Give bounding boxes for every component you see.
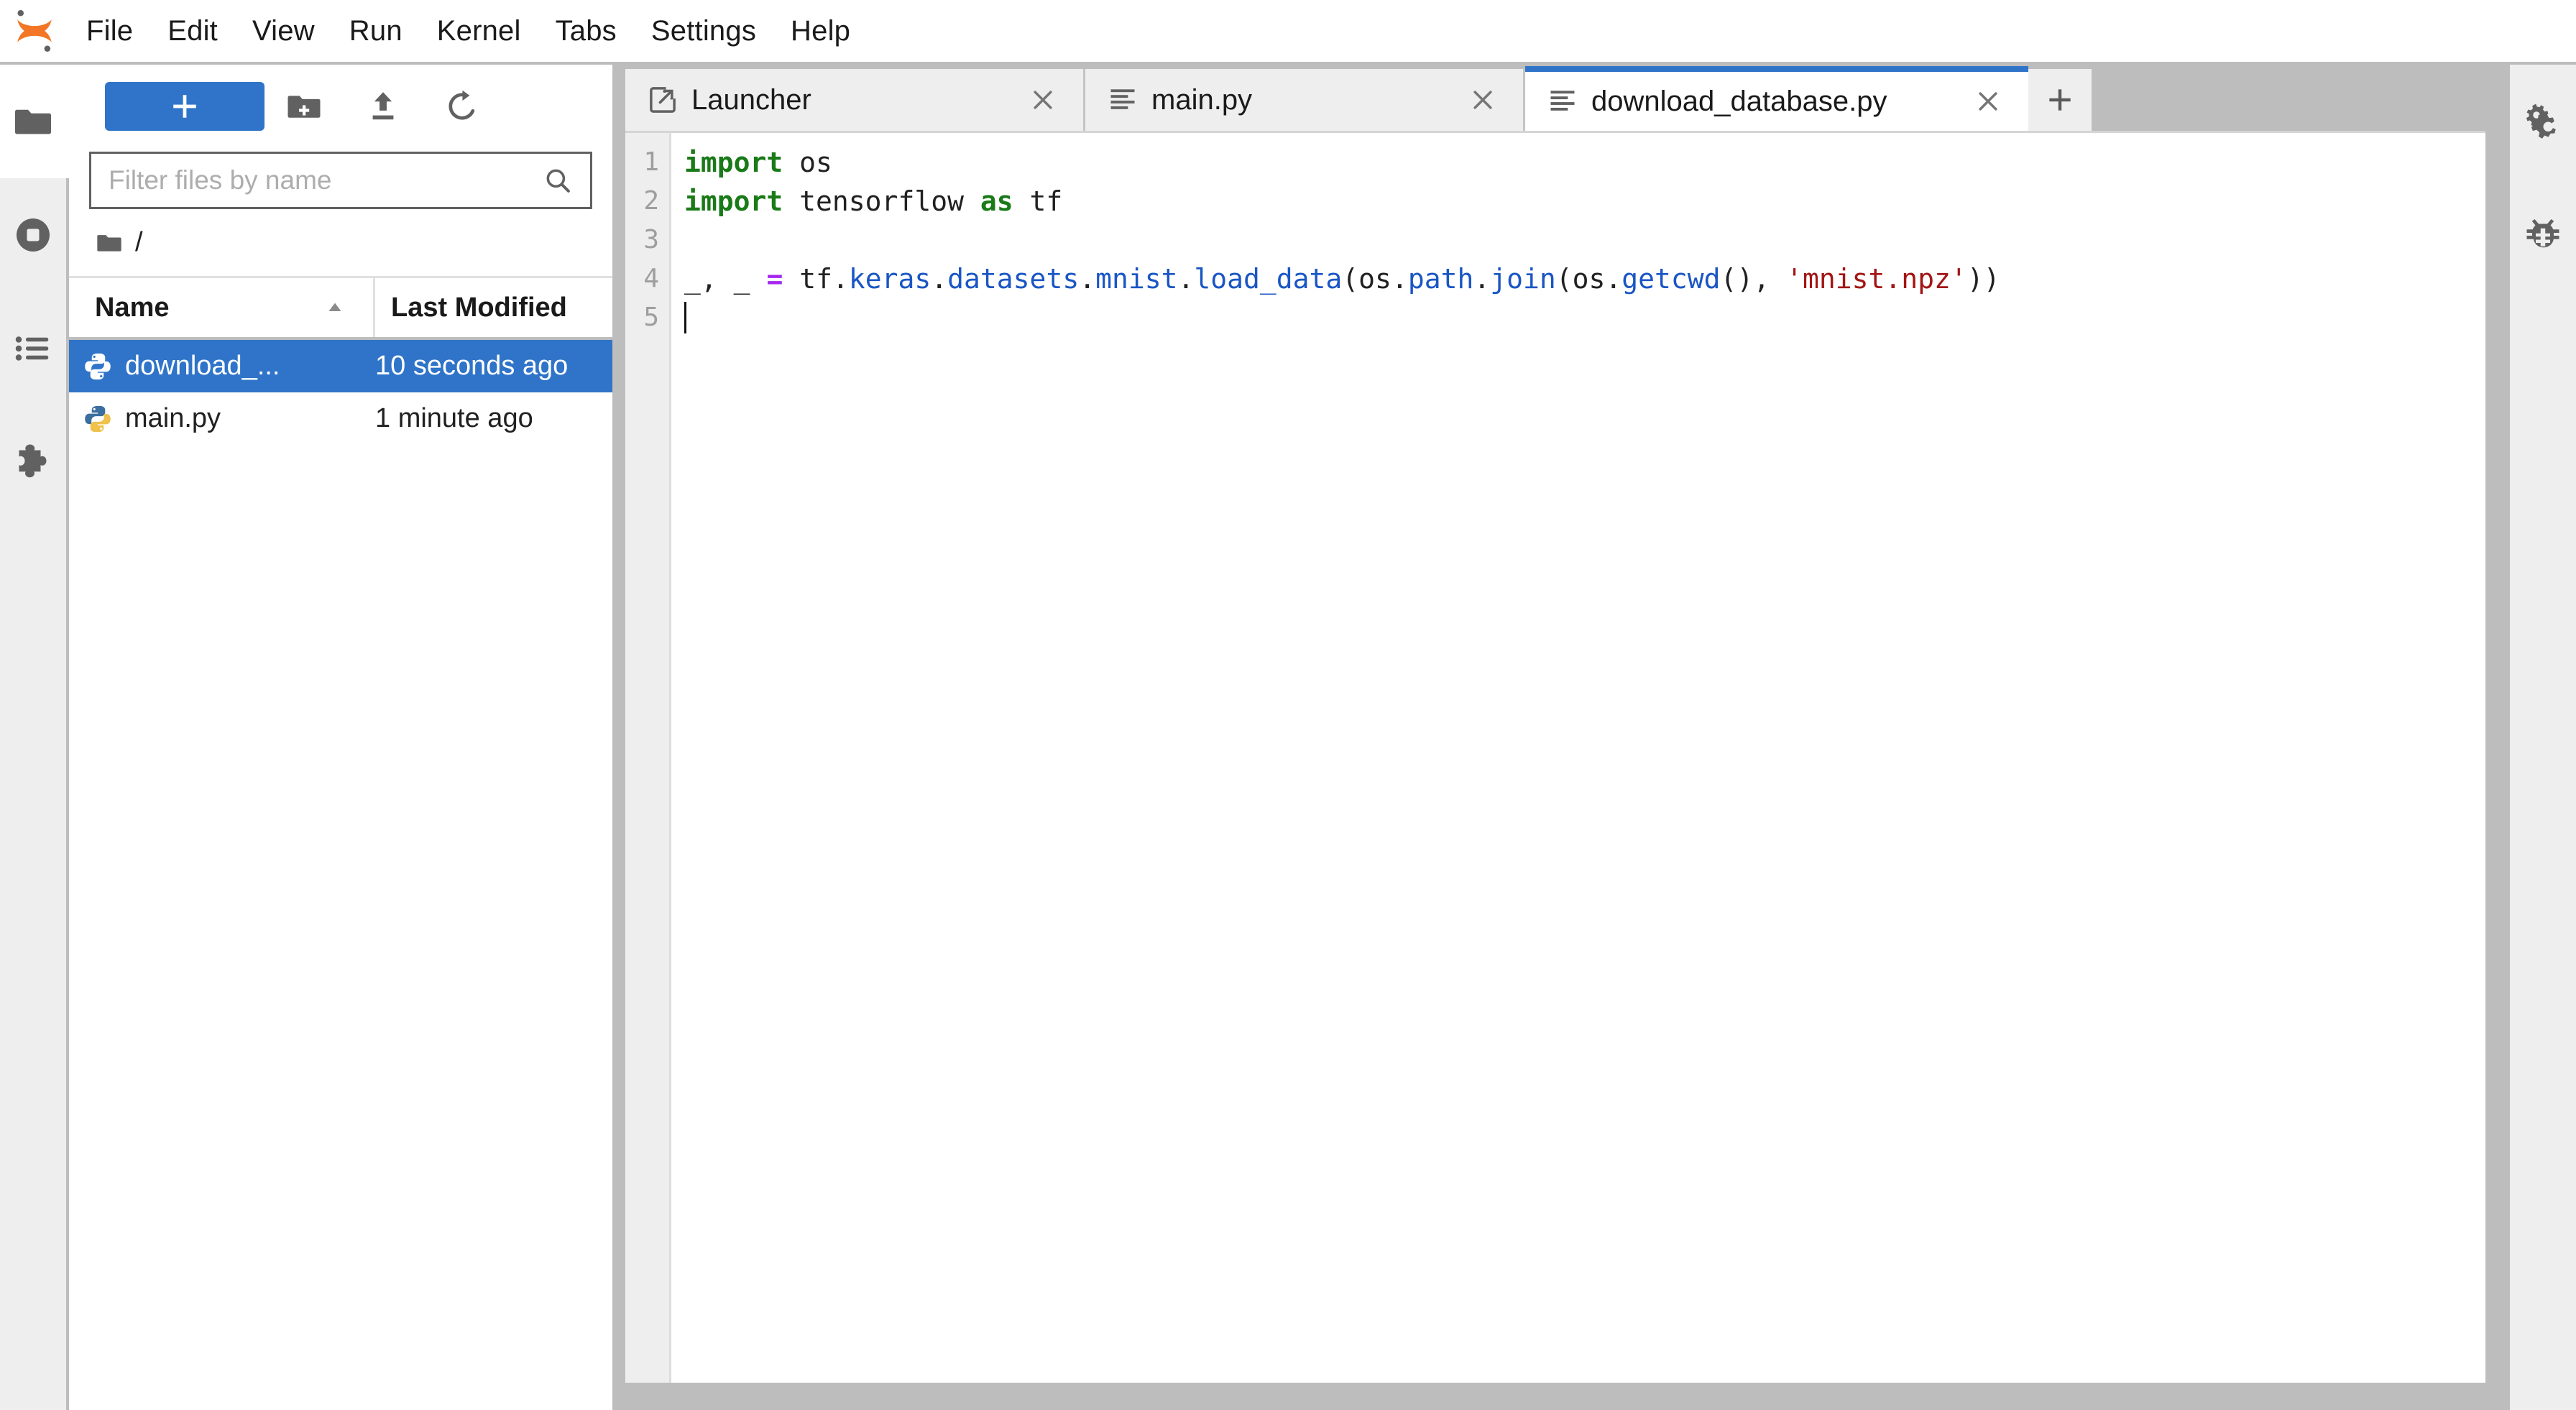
tab-label: download_database.py bbox=[1591, 85, 1887, 117]
sidebar-item-property-inspector[interactable] bbox=[2510, 65, 2576, 178]
refresh-icon bbox=[448, 90, 475, 120]
tab-bar: Launcher main.py download_database.py bbox=[615, 65, 2507, 131]
code-content[interactable]: import os import tensorflow as tf _, _ =… bbox=[671, 133, 2485, 1383]
menu-tabs[interactable]: Tabs bbox=[538, 11, 634, 51]
column-header-last-modified-label: Last Modified bbox=[391, 292, 567, 323]
menu-kernel[interactable]: Kernel bbox=[420, 11, 538, 51]
text-file-icon bbox=[1110, 89, 1135, 109]
bug-icon bbox=[2526, 219, 2559, 248]
menu-edit[interactable]: Edit bbox=[150, 11, 235, 51]
line-number: 3 bbox=[643, 225, 659, 254]
plus-icon bbox=[2049, 89, 2071, 111]
launcher-icon bbox=[650, 86, 678, 113]
menu-run[interactable]: Run bbox=[332, 11, 420, 51]
file-list: download_... 10 seconds ago main.py 1 mi… bbox=[69, 340, 612, 1410]
text-cursor bbox=[684, 302, 686, 333]
new-folder-button[interactable] bbox=[264, 82, 344, 131]
puzzle-icon bbox=[19, 444, 47, 478]
search-icon bbox=[546, 169, 570, 193]
file-name: download_... bbox=[125, 351, 280, 381]
sidebar-item-file-browser[interactable] bbox=[0, 65, 69, 178]
breadcrumb[interactable]: / bbox=[69, 209, 612, 278]
menu-file[interactable]: File bbox=[69, 11, 150, 51]
tab-label: main.py bbox=[1151, 83, 1253, 116]
sidebar-item-running-terminals[interactable] bbox=[0, 178, 66, 292]
line-number-gutter: 1 2 3 4 5 bbox=[625, 133, 671, 1383]
code-editor[interactable]: 1 2 3 4 5 import os import tensorflow as… bbox=[625, 131, 2485, 1383]
new-launcher-button[interactable] bbox=[105, 81, 264, 131]
code-line: import tensorflow as tf bbox=[684, 185, 1063, 217]
file-list-header: Name Last Modified bbox=[69, 278, 612, 340]
sort-ascending-icon bbox=[328, 303, 341, 311]
file-filter-wrapper bbox=[69, 147, 612, 209]
sidebar-item-debugger[interactable] bbox=[2510, 178, 2576, 292]
list-item[interactable]: download_... 10 seconds ago bbox=[69, 340, 612, 392]
menu-items: File Edit View Run Kernel Tabs Settings … bbox=[69, 11, 868, 51]
folder-icon bbox=[15, 109, 51, 134]
jupyter-logo-icon bbox=[0, 7, 69, 55]
line-number: 1 bbox=[643, 147, 659, 177]
sidebar-item-table-of-contents[interactable] bbox=[0, 292, 66, 405]
line-number: 2 bbox=[643, 186, 659, 216]
new-tab-button[interactable] bbox=[2028, 69, 2092, 131]
python-file-icon bbox=[69, 403, 114, 435]
file-filter-box[interactable] bbox=[89, 152, 592, 209]
application-shell: / Name Last Modified dow bbox=[0, 65, 2576, 1410]
upload-files-button[interactable] bbox=[344, 82, 423, 131]
sidebar-item-extension-manager[interactable] bbox=[0, 405, 66, 519]
tab-download-database-py[interactable]: download_database.py bbox=[1525, 66, 2028, 131]
refresh-file-list-button[interactable] bbox=[423, 82, 502, 131]
text-file-icon bbox=[1550, 91, 1575, 111]
search-input[interactable] bbox=[109, 165, 535, 195]
line-number: 4 bbox=[643, 264, 659, 293]
menu-help[interactable]: Help bbox=[773, 11, 868, 51]
code-line: import os bbox=[684, 147, 832, 178]
close-icon[interactable] bbox=[1463, 80, 1503, 120]
tab-label: Launcher bbox=[691, 83, 811, 116]
new-folder-icon bbox=[288, 95, 321, 118]
column-header-last-modified[interactable]: Last Modified bbox=[375, 278, 612, 337]
main-dock-area: Launcher main.py download_database.py 1 … bbox=[615, 65, 2507, 1410]
editor-area: 1 2 3 4 5 import os import tensorflow as… bbox=[615, 131, 2507, 1410]
left-activity-bar bbox=[0, 65, 69, 1410]
menu-bar: File Edit View Run Kernel Tabs Settings … bbox=[0, 0, 2576, 65]
right-activity-bar bbox=[2507, 65, 2576, 1410]
code-line bbox=[684, 298, 2485, 337]
folder-icon bbox=[97, 234, 121, 252]
file-last-modified: 10 seconds ago bbox=[375, 351, 569, 381]
file-last-modified: 1 minute ago bbox=[375, 403, 533, 433]
close-icon[interactable] bbox=[1023, 80, 1063, 120]
menu-view[interactable]: View bbox=[235, 11, 332, 51]
python-file-icon bbox=[69, 351, 114, 382]
code-line: _, _ = tf.keras.datasets.mnist.load_data… bbox=[684, 263, 2000, 295]
editor-vertical-scrollbar[interactable] bbox=[2485, 131, 2507, 1383]
gears-icon bbox=[2526, 103, 2556, 139]
stop-circle-icon bbox=[17, 218, 50, 252]
list-icon bbox=[15, 336, 49, 361]
plus-icon bbox=[173, 94, 196, 118]
file-browser-panel: / Name Last Modified dow bbox=[69, 65, 615, 1410]
file-name: main.py bbox=[125, 403, 221, 433]
column-header-name-label: Name bbox=[95, 292, 170, 323]
tab-main-py[interactable]: main.py bbox=[1085, 69, 1525, 131]
close-icon[interactable] bbox=[1968, 81, 2008, 121]
column-header-name[interactable]: Name bbox=[69, 278, 375, 337]
breadcrumb-path: / bbox=[135, 227, 143, 257]
tab-launcher[interactable]: Launcher bbox=[625, 69, 1085, 131]
list-item[interactable]: main.py 1 minute ago bbox=[69, 392, 612, 445]
menu-settings[interactable]: Settings bbox=[634, 11, 773, 51]
upload-icon bbox=[372, 91, 394, 119]
file-browser-toolbar bbox=[69, 65, 612, 147]
line-number: 5 bbox=[643, 303, 659, 332]
